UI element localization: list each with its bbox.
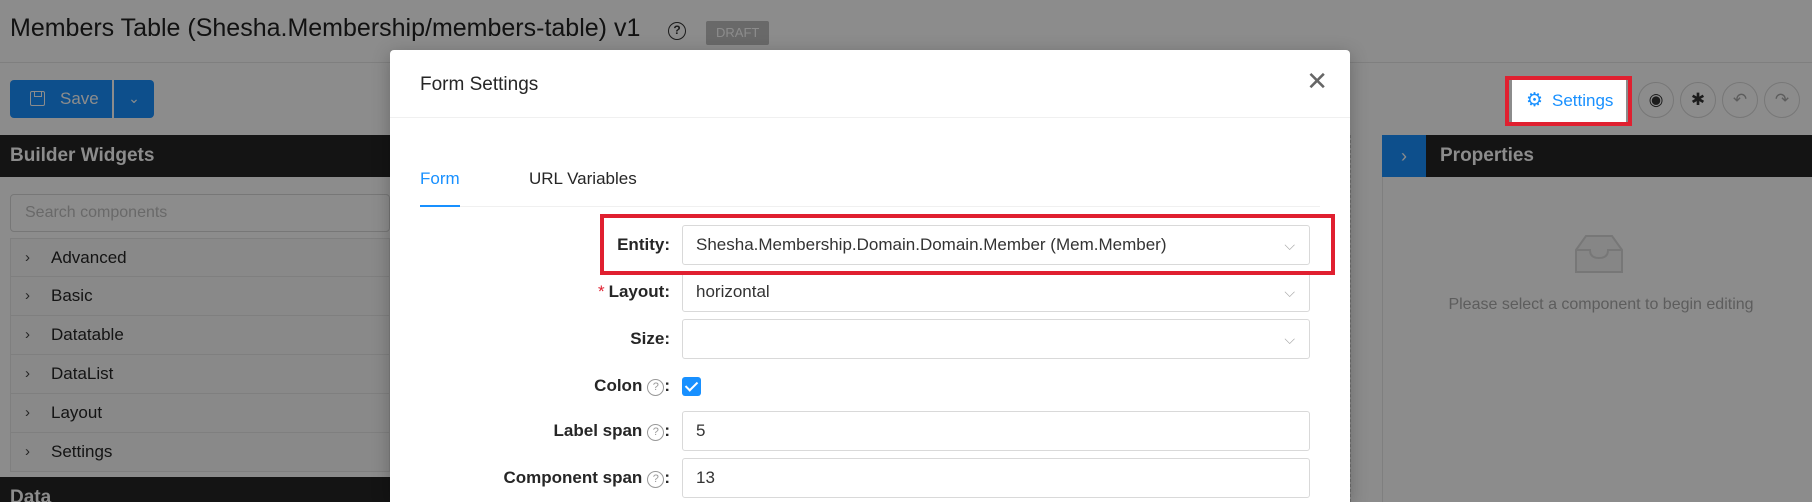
form-settings-modal: Form Settings ✕ Form URL Variables Entit…: [390, 50, 1350, 502]
required-marker: *: [597, 282, 605, 301]
colon-label: Colon?:: [594, 376, 670, 396]
size-select[interactable]: ⌵: [682, 319, 1310, 359]
tab-form[interactable]: Form: [420, 167, 460, 207]
size-label: Size:: [630, 329, 670, 348]
modal-header: Form Settings ✕: [390, 50, 1350, 118]
label-span-label: Label span?:: [553, 421, 670, 441]
component-span-label: Component span?:: [503, 468, 670, 488]
layout-select[interactable]: horizontal ⌵: [682, 272, 1310, 312]
question-icon[interactable]: ?: [647, 424, 665, 441]
component-span-input[interactable]: 13: [682, 458, 1310, 498]
colon-checkbox[interactable]: [682, 377, 701, 396]
modal-tabs: Form URL Variables: [420, 167, 1320, 207]
label-span-row: Label span?: 5: [390, 411, 1350, 451]
size-row: Size: ⌵: [390, 319, 1350, 359]
settings-highlight-box: [1505, 76, 1632, 126]
component-span-row: Component span?: 13: [390, 458, 1350, 498]
layout-value: horizontal: [696, 282, 770, 301]
colon-row: Colon?:: [390, 366, 1350, 406]
close-icon[interactable]: ✕: [1306, 68, 1328, 94]
tab-url-variables[interactable]: URL Variables: [529, 167, 637, 207]
question-icon[interactable]: ?: [647, 379, 665, 396]
entity-highlight-box: [600, 214, 1335, 275]
layout-label: * Layout:: [597, 282, 670, 301]
question-icon[interactable]: ?: [647, 471, 665, 488]
chevron-down-icon: ⌵: [1284, 284, 1295, 300]
layout-row: * Layout: horizontal ⌵: [390, 272, 1350, 312]
chevron-down-icon: ⌵: [1284, 331, 1295, 347]
modal-title: Form Settings: [420, 74, 539, 95]
label-span-input[interactable]: 5: [682, 411, 1310, 451]
